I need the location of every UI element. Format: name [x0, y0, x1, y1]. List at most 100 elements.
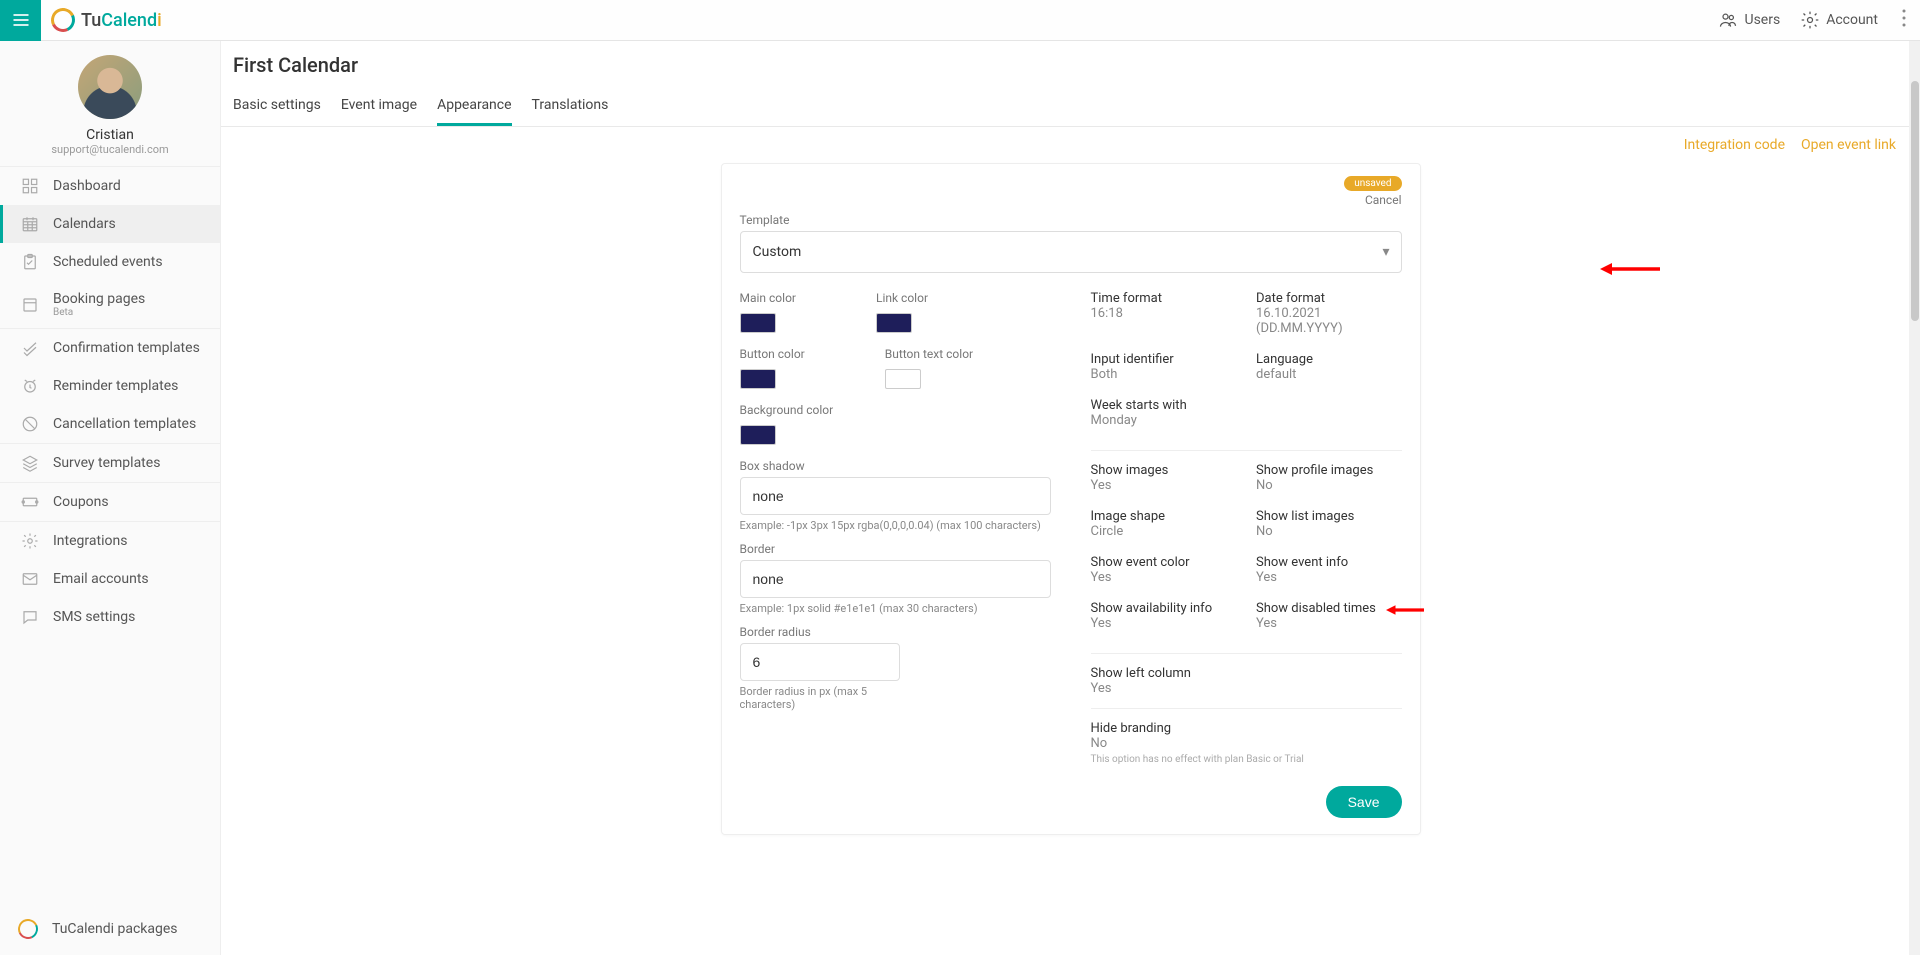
button-color-label: Button color	[740, 347, 805, 361]
sidebar-item-label: Integrations	[53, 533, 127, 549]
sidebar-item-booking[interactable]: Booking pages Beta	[0, 281, 220, 328]
sidebar-item-label: Coupons	[53, 494, 109, 510]
gear-icon	[21, 532, 39, 550]
integration-code-link[interactable]: Integration code	[1684, 137, 1785, 153]
week-starts-field[interactable]: Week starts with Monday	[1091, 398, 1237, 428]
hamburger-button[interactable]	[0, 0, 41, 41]
page-icon	[21, 296, 39, 314]
users-icon	[1718, 10, 1738, 30]
radius-hint: Border radius in px (max 5 characters)	[740, 685, 900, 711]
template-select[interactable]: Custom	[740, 231, 1402, 273]
main-color-swatch[interactable]	[740, 313, 776, 333]
check-icon	[21, 339, 39, 357]
alarm-icon	[21, 377, 39, 395]
button-color-swatch[interactable]	[740, 369, 776, 389]
sidebar-item-integrations[interactable]: Integrations	[0, 522, 220, 560]
annotation-arrow-icon	[1386, 600, 1426, 620]
sidebar-item-label: Calendars	[53, 216, 116, 232]
button-text-color-label: Button text color	[885, 347, 973, 361]
sidebar-item-scheduled[interactable]: Scheduled events	[0, 243, 220, 281]
box-shadow-hint: Example: -1px 3px 15px rgba(0,0,0,0.04) …	[740, 519, 1051, 532]
image-shape-field[interactable]: Image shape Circle	[1091, 509, 1237, 539]
kebab-menu[interactable]	[1888, 9, 1920, 31]
bg-color-label: Background color	[740, 403, 834, 417]
sidebar-item-coupons[interactable]: Coupons	[0, 483, 220, 521]
border-label: Border	[740, 542, 1051, 556]
sidebar-item-label: TuCalendi packages	[52, 921, 178, 937]
sidebar-item-label: Cancellation templates	[53, 416, 196, 432]
gear-icon	[1800, 10, 1820, 30]
account-link[interactable]: Account	[1790, 10, 1888, 30]
clipboard-icon	[21, 253, 39, 271]
sidebar-item-label: Dashboard	[53, 178, 121, 194]
sidebar-item-label: Scheduled events	[53, 254, 163, 270]
show-profile-images-field[interactable]: Show profile images No	[1256, 463, 1402, 493]
main-color-label: Main color	[740, 291, 796, 305]
annotation-arrow-icon	[1600, 259, 1660, 279]
scrollbar-thumb[interactable]	[1911, 81, 1919, 321]
calendar-icon	[21, 215, 39, 233]
border-input[interactable]	[740, 560, 1051, 598]
users-link[interactable]: Users	[1708, 10, 1790, 30]
cancel-link[interactable]: Cancel	[1365, 193, 1402, 207]
radius-input[interactable]	[740, 643, 900, 681]
sidebar-item-cancellation[interactable]: Cancellation templates	[0, 405, 220, 443]
hide-branding-field[interactable]: Hide branding No This option has no effe…	[1091, 721, 1402, 766]
radius-label: Border radius	[740, 625, 1051, 639]
sidebar-item-survey[interactable]: Survey templates	[0, 444, 220, 482]
show-left-column-field[interactable]: Show left column Yes	[1091, 666, 1402, 696]
box-shadow-label: Box shadow	[740, 459, 1051, 473]
button-text-color-swatch[interactable]	[885, 369, 921, 389]
template-label: Template	[740, 213, 1402, 227]
sidebar-item-sms[interactable]: SMS settings	[0, 598, 220, 636]
open-event-link[interactable]: Open event link	[1801, 137, 1896, 153]
sidebar-item-confirmation[interactable]: Confirmation templates	[0, 329, 220, 367]
show-disabled-times-field[interactable]: Show disabled times Yes	[1256, 601, 1402, 631]
show-images-field[interactable]: Show images Yes	[1091, 463, 1237, 493]
scrollbar-track[interactable]	[1909, 41, 1920, 955]
sidebar-item-dashboard[interactable]: Dashboard	[0, 167, 220, 205]
brand-logo[interactable]: TuCalendi	[41, 8, 162, 32]
language-field[interactable]: Language default	[1256, 352, 1402, 382]
sidebar-item-label: Confirmation templates	[53, 340, 200, 356]
link-color-swatch[interactable]	[876, 313, 912, 333]
ticket-icon	[21, 493, 39, 511]
link-color-label: Link color	[876, 291, 928, 305]
beta-badge: Beta	[53, 307, 145, 318]
show-event-info-field[interactable]: Show event info Yes	[1256, 555, 1402, 585]
dashboard-icon	[21, 177, 39, 195]
tab-basic-settings[interactable]: Basic settings	[233, 91, 321, 126]
sidebar-item-label: Survey templates	[53, 455, 160, 471]
sidebar-item-label: Booking pages	[53, 291, 145, 307]
save-button[interactable]: Save	[1326, 786, 1402, 818]
sidebar-item-packages[interactable]: TuCalendi packages	[0, 903, 220, 955]
box-shadow-input[interactable]	[740, 477, 1051, 515]
layers-icon	[21, 454, 39, 472]
input-identifier-field[interactable]: Input identifier Both	[1091, 352, 1237, 382]
time-format-field[interactable]: Time format 16:18	[1091, 291, 1237, 336]
tab-translations[interactable]: Translations	[532, 91, 609, 126]
bg-color-swatch[interactable]	[740, 425, 776, 445]
unsaved-badge: unsaved	[1344, 176, 1401, 191]
tab-appearance[interactable]: Appearance	[437, 91, 511, 126]
sidebar-item-reminder[interactable]: Reminder templates	[0, 367, 220, 405]
hide-branding-note: This option has no effect with plan Basi…	[1091, 753, 1402, 766]
avatar[interactable]	[78, 55, 142, 119]
logo-icon	[48, 5, 79, 36]
divider	[1091, 708, 1402, 709]
tab-event-image[interactable]: Event image	[341, 91, 417, 126]
show-event-color-field[interactable]: Show event color Yes	[1091, 555, 1237, 585]
date-format-field[interactable]: Date format 16.10.2021 (DD.MM.YYYY)	[1256, 291, 1402, 336]
account-label: Account	[1826, 12, 1878, 28]
profile-email: support@tucalendi.com	[10, 143, 210, 156]
users-label: Users	[1744, 12, 1780, 28]
sidebar-item-email[interactable]: Email accounts	[0, 560, 220, 598]
show-list-images-field[interactable]: Show list images No	[1256, 509, 1402, 539]
chat-icon	[21, 608, 39, 626]
show-availability-field[interactable]: Show availability info Yes	[1091, 601, 1237, 631]
cancel-icon	[21, 415, 39, 433]
sidebar-item-calendars[interactable]: Calendars	[0, 205, 220, 243]
mail-icon	[21, 570, 39, 588]
logo-icon	[15, 916, 41, 942]
sidebar-item-label: Email accounts	[53, 571, 149, 587]
